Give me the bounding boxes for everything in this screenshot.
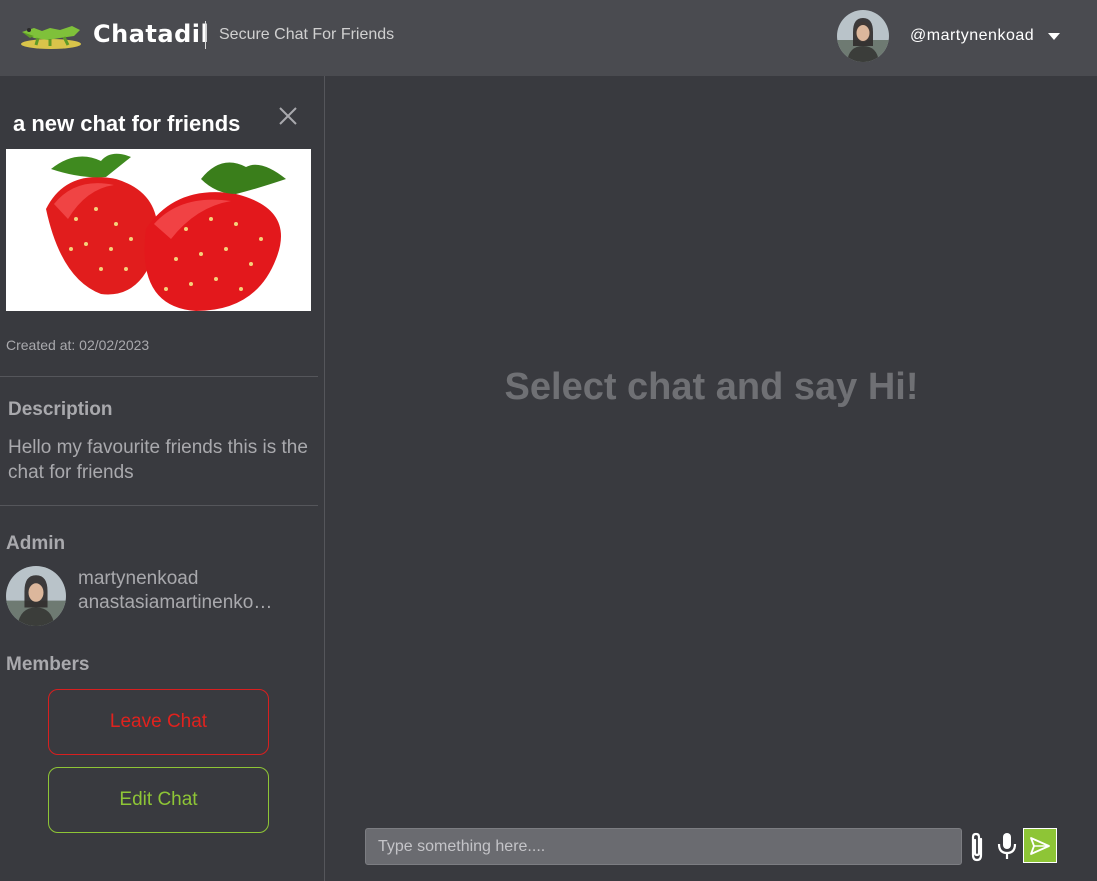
admin-heading: Admin <box>6 533 66 554</box>
microphone-icon[interactable] <box>996 831 1018 861</box>
chat-main-area: Select chat and say Hi! <box>326 76 1097 881</box>
username-label[interactable]: @martynenkoad <box>910 27 1034 45</box>
close-icon[interactable] <box>276 104 300 128</box>
chat-info-sidebar: a new chat for friends Created at: 02/02… <box>0 76 325 881</box>
crocodile-logo-icon[interactable] <box>20 18 82 52</box>
send-button[interactable] <box>1023 828 1057 863</box>
header-divider <box>205 21 206 49</box>
chevron-down-icon[interactable] <box>1048 33 1060 40</box>
message-input[interactable] <box>365 828 962 865</box>
created-at-label: Created at: 02/02/2023 <box>6 337 150 353</box>
divider <box>0 376 318 377</box>
admin-email: anastasiamartinenko@gmail.com <box>78 592 278 613</box>
app-name[interactable]: Chatadil <box>93 20 209 48</box>
app-tagline: Secure Chat For Friends <box>219 26 395 43</box>
empty-chat-message: Select chat and say Hi! <box>504 366 919 408</box>
leave-chat-button[interactable]: Leave Chat <box>48 689 269 755</box>
description-heading: Description <box>8 399 113 420</box>
chat-title: a new chat for friends <box>13 111 241 136</box>
description-text: Hello my favourite friends this is the c… <box>8 437 308 483</box>
chat-image <box>6 149 311 311</box>
edit-chat-button[interactable]: Edit Chat <box>48 767 269 833</box>
top-header: Chatadil Secure Chat For Friends @martyn… <box>0 0 1097 76</box>
paperclip-icon[interactable] <box>966 831 988 863</box>
divider <box>0 505 318 506</box>
send-icon <box>1030 836 1050 855</box>
admin-name: martynenkoad <box>78 568 199 589</box>
admin-avatar[interactable] <box>6 566 66 626</box>
user-avatar[interactable] <box>837 10 889 62</box>
members-heading: Members <box>6 654 90 675</box>
